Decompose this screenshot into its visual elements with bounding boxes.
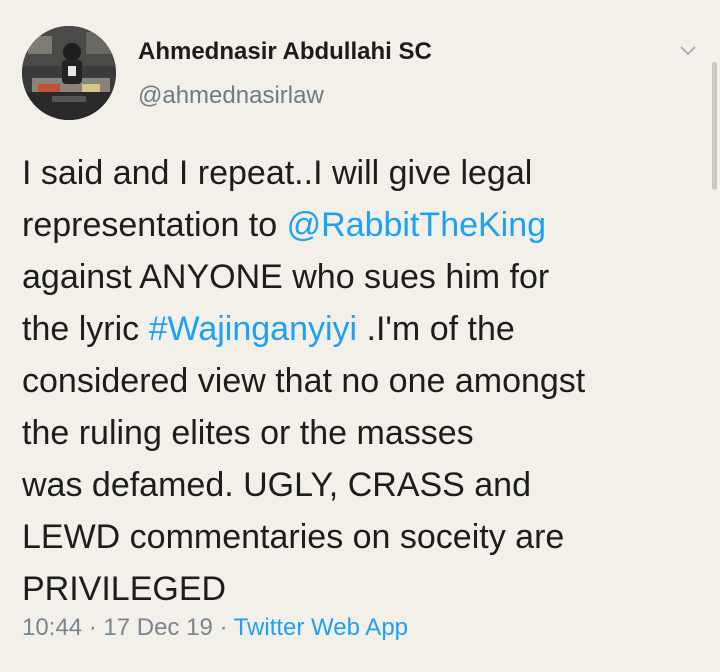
chevron-down-icon[interactable]: [678, 40, 698, 60]
tweet-time[interactable]: 10:44: [22, 614, 82, 641]
tweet-text-segment: was defamed. UGLY, CRASS and: [22, 466, 532, 504]
hashtag-link[interactable]: #Wajinganyiyi: [149, 310, 358, 348]
avatar-photo: [22, 26, 116, 120]
tweet-text-segment: the lyric: [22, 310, 149, 348]
tweet-text-segment: against ANYONE who sues him for: [22, 258, 550, 296]
tweet-text-segment: representation to: [22, 206, 287, 244]
author-display-name[interactable]: Ahmednasir Abdullahi SC: [138, 38, 432, 66]
tweet-text-line: PRIVILEGED: [22, 563, 702, 615]
tweet-text-line: LEWD commentaries on soceity are: [22, 511, 702, 563]
tweet-text-segment: PRIVILEGED: [22, 570, 227, 608]
tweet-text-line: was defamed. UGLY, CRASS and: [22, 459, 702, 511]
tweet-text-segment: .I'm of the: [357, 310, 515, 348]
tweet-text-segment: LEWD commentaries on soceity are: [22, 518, 565, 556]
tweet-text-segment: considered view that no one amongst: [22, 362, 586, 400]
tweet-text-line: representation to @RabbitTheKing: [22, 199, 702, 251]
tweet-text-line: considered view that no one amongst: [22, 355, 702, 407]
tweet-text-segment: I said and I repeat..I will give legal: [22, 154, 533, 192]
meta-separator: ·: [82, 614, 104, 641]
avatar[interactable]: [22, 26, 116, 120]
tweet-text-line: against ANYONE who sues him for: [22, 251, 702, 303]
tweet-text-line: I said and I repeat..I will give legal: [22, 147, 702, 199]
tweet-text-segment: the ruling elites or the masses: [22, 414, 474, 452]
tweet-card: Ahmednasir Abdullahi SC @ahmednasirlaw I…: [0, 0, 720, 672]
tweet-text-line: the lyric #Wajinganyiyi .I'm of the: [22, 303, 702, 355]
tweet-date[interactable]: 17 Dec 19: [103, 614, 212, 641]
mention-link[interactable]: @RabbitTheKing: [287, 206, 546, 244]
tweet-text-line: the ruling elites or the masses: [22, 407, 702, 459]
scroll-indicator[interactable]: [712, 62, 717, 190]
tweet-source[interactable]: Twitter Web App: [234, 614, 408, 641]
author-handle[interactable]: @ahmednasirlaw: [138, 82, 324, 110]
meta-separator: ·: [212, 614, 234, 641]
tweet-text: I said and I repeat..I will give legal re…: [22, 147, 702, 615]
tweet-meta: 10:44 · 17 Dec 19 · Twitter Web App: [22, 614, 408, 642]
